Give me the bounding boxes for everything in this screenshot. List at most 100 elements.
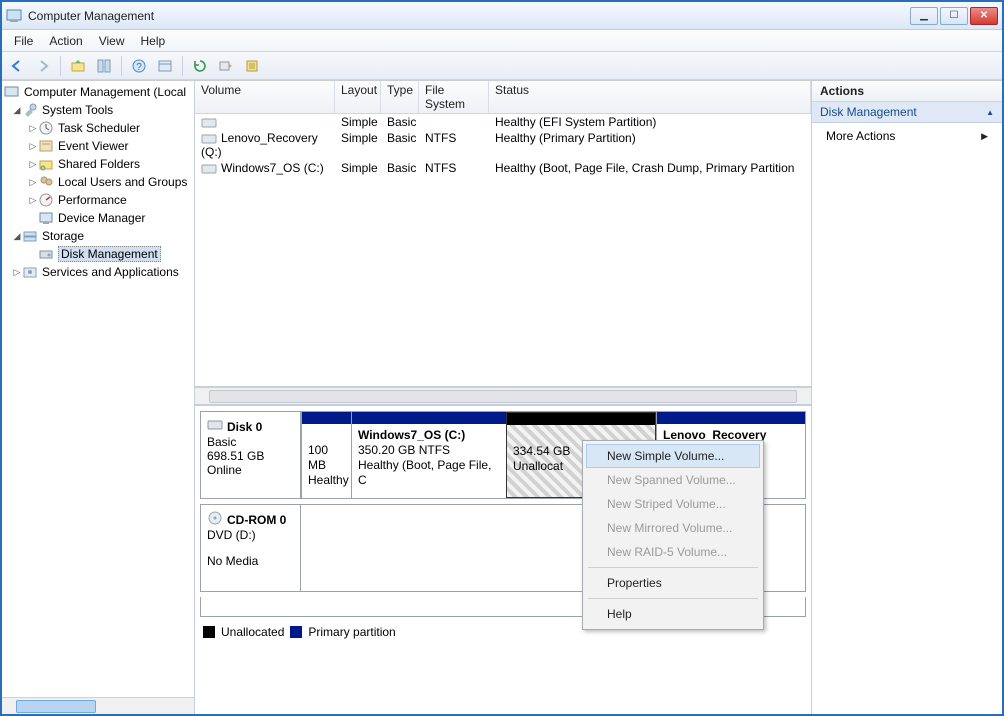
disk-state: Online	[207, 463, 294, 477]
cell-value: Simple	[335, 130, 381, 160]
properties-icon[interactable]	[93, 55, 115, 77]
actions-section-disk-management[interactable]: Disk Management	[812, 102, 1002, 123]
refresh-icon[interactable]	[189, 55, 211, 77]
menu-view[interactable]: View	[91, 32, 133, 50]
rescan-icon[interactable]	[215, 55, 237, 77]
col-filesystem[interactable]: File System	[419, 81, 489, 113]
menu-help[interactable]: Help	[586, 602, 760, 626]
tree-root-label: Computer Management (Local	[24, 85, 186, 99]
settings-icon[interactable]	[241, 55, 263, 77]
col-volume[interactable]: Volume	[195, 81, 335, 113]
tree-device-manager[interactable]: Device Manager	[2, 209, 194, 227]
cell-value: Windows7_OS (C:)	[221, 161, 324, 175]
storage-icon	[22, 228, 38, 244]
maximize-button[interactable]	[940, 7, 968, 25]
context-menu: New Simple Volume... New Spanned Volume.…	[582, 440, 764, 630]
help-icon[interactable]: ?	[128, 55, 150, 77]
col-type[interactable]: Type	[381, 81, 419, 113]
expand-icon[interactable]: ▷	[28, 123, 38, 134]
col-status[interactable]: Status	[489, 81, 811, 113]
tree-local-users[interactable]: ▷ Local Users and Groups	[2, 173, 194, 191]
window-title: Computer Management	[28, 9, 154, 23]
table-row[interactable]: Lenovo_Recovery (Q:) Simple Basic NTFS H…	[195, 130, 811, 160]
cdrom-drive: DVD (D:)	[207, 528, 294, 542]
volume-horizontal-scrollbar[interactable]	[195, 387, 811, 404]
legend-label: Primary partition	[308, 625, 395, 639]
minimize-button[interactable]	[910, 7, 938, 25]
cell-value: NTFS	[419, 130, 489, 160]
legend-swatch-unallocated	[203, 626, 215, 638]
expand-icon[interactable]: ◢	[12, 105, 22, 116]
tree-label: Shared Folders	[58, 157, 140, 171]
tree-label: Task Scheduler	[58, 121, 140, 135]
expand-icon[interactable]: ▷	[12, 267, 22, 278]
cell-value: Simple	[335, 160, 381, 176]
expand-icon[interactable]: ▷	[28, 159, 38, 170]
menu-properties[interactable]: Properties	[586, 571, 760, 595]
tree-storage[interactable]: ◢ Storage	[2, 227, 194, 245]
menu-file[interactable]: File	[6, 32, 41, 50]
volume-table-header: Volume Layout Type File System Status	[195, 81, 811, 114]
menu-new-striped-volume: New Striped Volume...	[586, 492, 760, 516]
actions-more-actions[interactable]: More Actions	[812, 123, 1002, 149]
tree-label: System Tools	[42, 103, 113, 117]
tree-label: Services and Applications	[42, 265, 179, 279]
table-row[interactable]: Simple Basic Healthy (EFI System Partiti…	[195, 114, 811, 130]
folder-share-icon	[38, 156, 54, 172]
close-button[interactable]	[970, 7, 998, 25]
users-icon	[38, 174, 54, 190]
nav-tree: Computer Management (Local ◢ System Tool…	[2, 81, 195, 714]
tree-horizontal-scrollbar[interactable]	[2, 697, 194, 714]
tree-label: Storage	[42, 229, 84, 243]
computer-icon	[4, 84, 20, 100]
toolbar: ?	[2, 52, 1002, 80]
tree-services[interactable]: ▷ Services and Applications	[2, 263, 194, 281]
disk-kind: Basic	[207, 435, 294, 449]
legend-label: Unallocated	[221, 625, 284, 639]
tree-system-tools[interactable]: ◢ System Tools	[2, 101, 194, 119]
titlebar: Computer Management	[2, 2, 1002, 30]
tree-shared-folders[interactable]: ▷ Shared Folders	[2, 155, 194, 173]
expand-icon[interactable]: ▷	[28, 141, 38, 152]
volume-icon	[201, 163, 217, 175]
menu-action[interactable]: Action	[41, 32, 90, 50]
disk-info[interactable]: Disk 0 Basic 698.51 GB Online	[201, 412, 301, 498]
legend-swatch-primary	[290, 626, 302, 638]
cdrom-state: No Media	[207, 554, 294, 568]
tree-event-viewer[interactable]: ▷ Event Viewer	[2, 137, 194, 155]
actions-header: Actions	[812, 81, 1002, 102]
disk-icon	[38, 246, 54, 262]
cdrom-info[interactable]: CD-ROM 0 DVD (D:) No Media	[201, 505, 301, 591]
table-row[interactable]: Windows7_OS (C:) Simple Basic NTFS Healt…	[195, 160, 811, 176]
partition-windows[interactable]: Windows7_OS (C:)350.20 GB NTFSHealthy (B…	[351, 412, 506, 498]
tree-label: Performance	[58, 193, 127, 207]
performance-icon	[38, 192, 54, 208]
tree-performance[interactable]: ▷ Performance	[2, 191, 194, 209]
partition-efi[interactable]: 100 MBHealthy	[301, 412, 351, 498]
cell-value: Simple	[335, 114, 381, 130]
view-icon[interactable]	[154, 55, 176, 77]
tree-disk-management[interactable]: Disk Management	[2, 245, 194, 263]
device-icon	[38, 210, 54, 226]
cell-value: Healthy (Boot, Page File, Crash Dump, Pr…	[489, 160, 811, 176]
forward-button[interactable]	[32, 55, 54, 77]
services-icon	[22, 264, 38, 280]
expand-icon[interactable]: ▷	[28, 195, 38, 206]
tree-label: Disk Management	[58, 246, 161, 262]
cell-value: Healthy (Primary Partition)	[489, 130, 811, 160]
tree-task-scheduler[interactable]: ▷ Task Scheduler	[2, 119, 194, 137]
cell-value: Basic	[381, 114, 419, 130]
up-icon[interactable]	[67, 55, 89, 77]
back-button[interactable]	[6, 55, 28, 77]
tree-root[interactable]: Computer Management (Local	[2, 83, 194, 101]
tree-label: Event Viewer	[58, 139, 128, 153]
menubar: File Action View Help	[2, 30, 1002, 52]
disk-icon	[207, 418, 223, 435]
menu-new-simple-volume[interactable]: New Simple Volume...	[586, 444, 760, 468]
expand-icon[interactable]: ◢	[12, 231, 22, 242]
col-layout[interactable]: Layout	[335, 81, 381, 113]
disk-size: 698.51 GB	[207, 449, 294, 463]
menu-help[interactable]: Help	[133, 32, 174, 50]
cell-value: Basic	[381, 130, 419, 160]
expand-icon[interactable]: ▷	[28, 177, 38, 188]
